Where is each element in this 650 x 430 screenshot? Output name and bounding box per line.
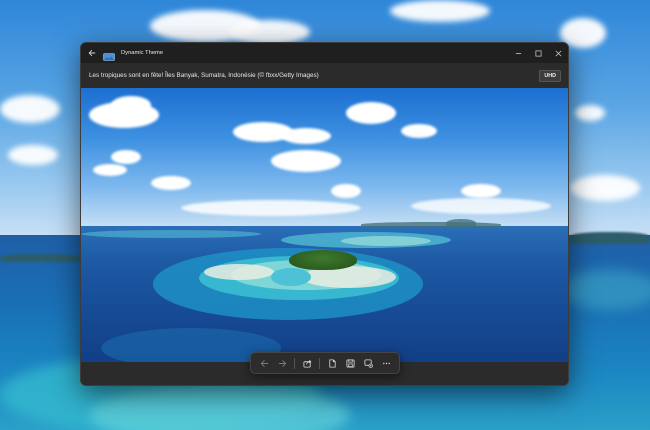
title-bar: Dynamic Theme <box>81 43 568 63</box>
set-background-icon[interactable] <box>359 354 377 372</box>
close-icon[interactable] <box>548 43 568 63</box>
window-title: Dynamic Theme <box>121 50 164 56</box>
maximize-icon[interactable] <box>528 43 548 63</box>
more-icon[interactable] <box>377 354 395 372</box>
minimize-icon[interactable] <box>508 43 528 63</box>
page-icon[interactable] <box>323 354 341 372</box>
toolbar-divider <box>294 357 295 369</box>
dynamic-theme-window: Dynamic Theme Les tropiques sont en fête… <box>80 42 569 386</box>
image-toolbar <box>250 352 400 374</box>
image-info-bar: Les tropiques sont en fête! Îles Banyak,… <box>81 63 568 88</box>
app-icon <box>103 49 115 61</box>
back-arrow-icon[interactable] <box>83 43 101 63</box>
wallpaper-preview-image <box>81 88 568 362</box>
uhd-badge[interactable]: UHD <box>539 69 561 82</box>
share-icon[interactable] <box>298 354 316 372</box>
save-icon[interactable] <box>341 354 359 372</box>
previous-icon[interactable] <box>255 354 273 372</box>
toolbar-divider <box>319 357 320 369</box>
next-icon[interactable] <box>273 354 291 372</box>
image-caption: Les tropiques sont en fête! Îles Banyak,… <box>89 72 319 79</box>
